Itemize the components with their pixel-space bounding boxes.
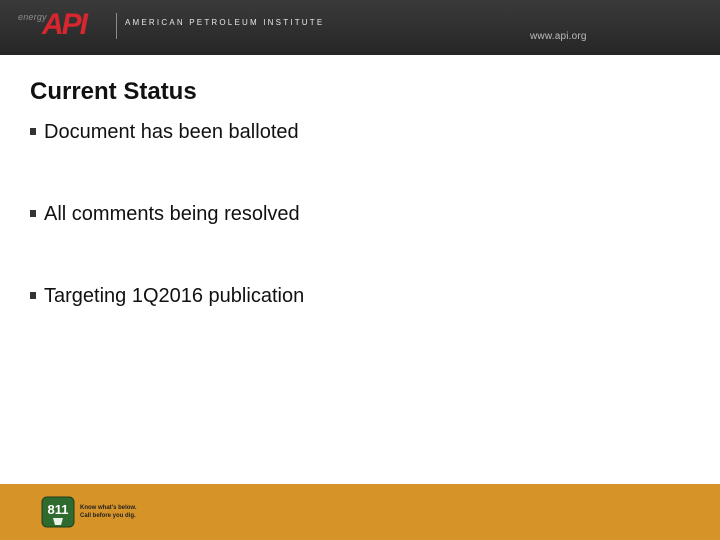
organization-name: AMERICAN PETROLEUM INSTITUTE — [125, 18, 325, 27]
slide-title: Current Status — [30, 78, 197, 105]
badge-line-1: Know what's below. — [80, 505, 137, 511]
header-divider — [116, 13, 117, 39]
bullet-square-icon — [30, 292, 36, 299]
header-bar: energy API AMERICAN PETROLEUM INSTITUTE … — [0, 0, 720, 55]
badge-line-2: Call before you dig. — [80, 513, 136, 519]
bullet-square-icon — [30, 128, 36, 135]
badge-tagline: Know what's below. Call before you dig. — [80, 504, 137, 520]
bullet-item: Document has been balloted — [30, 121, 299, 144]
bullet-text: Document has been balloted — [44, 121, 299, 143]
bullet-item: Targeting 1Q2016 publication — [30, 285, 304, 308]
call-811-badge-icon: 811 — [41, 496, 75, 528]
bullet-text: Targeting 1Q2016 publication — [44, 285, 305, 307]
bullet-item: All comments being resolved — [30, 203, 300, 226]
badge-number: 811 — [48, 502, 69, 517]
bullet-square-icon — [30, 210, 36, 217]
website-url: www.api.org — [530, 31, 587, 42]
api-logo: energy API — [18, 8, 102, 44]
bullet-text: All comments being resolved — [44, 203, 300, 225]
logo-api-text: API — [42, 8, 88, 41]
